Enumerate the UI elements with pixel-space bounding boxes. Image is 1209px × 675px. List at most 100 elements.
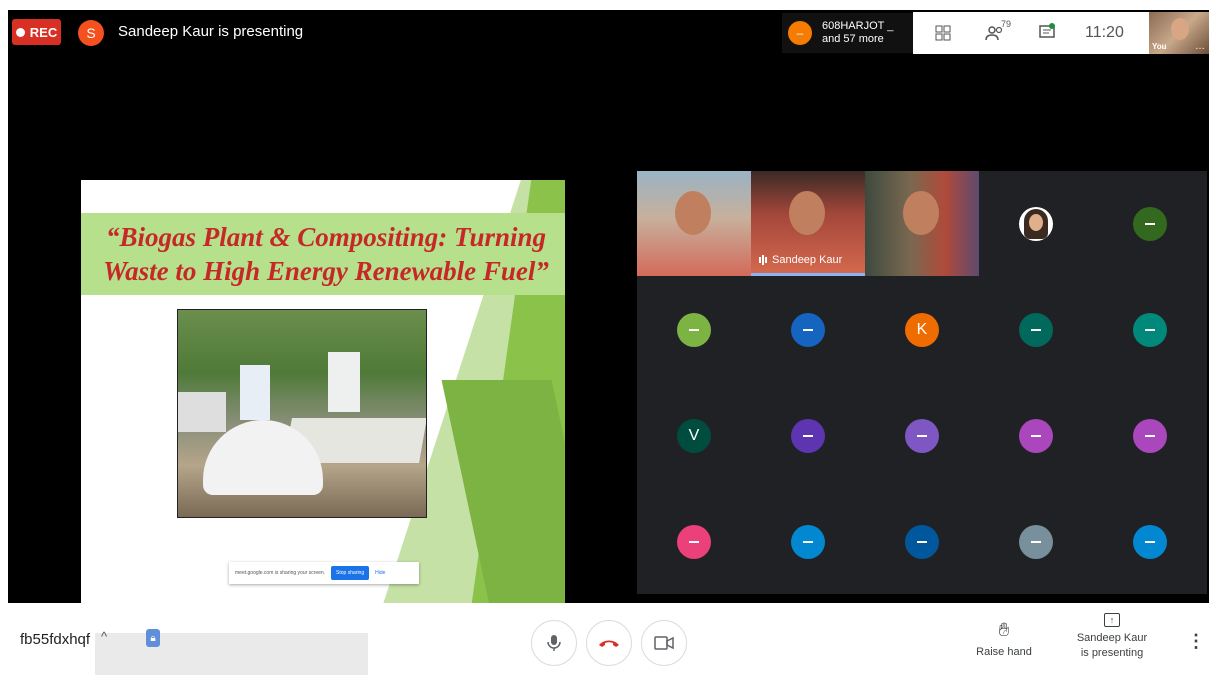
screen-share-bar: meet.google.com is sharing your screen. … [229, 562, 419, 584]
avatar-dash-icon [689, 328, 699, 331]
presenting-button[interactable]: ↑ Sandeep Kaur is presenting [1072, 613, 1152, 661]
avatar-dash-icon [1145, 222, 1155, 225]
participant-tile[interactable]: K [865, 277, 979, 382]
camera-button[interactable] [641, 620, 687, 666]
hide-share-bar-button[interactable]: Hide [375, 570, 385, 576]
avatar-dash-icon [803, 434, 813, 437]
participant-avatar [1019, 418, 1053, 453]
mic-button[interactable] [531, 620, 577, 666]
participant-tile[interactable]: V [637, 383, 751, 488]
participant-tile[interactable] [865, 489, 979, 594]
chevron-up-icon[interactable]: ^ [101, 629, 107, 644]
chat-icon[interactable] [1027, 12, 1067, 54]
participant-tile[interactable] [1093, 383, 1207, 488]
people-count: 79 [1000, 19, 1011, 29]
bottom-toolbar: fb55fdxhqf ^ 🔒︎ ✋︎ Raise hand ↑ Sandeep … [0, 603, 1209, 675]
participant-avatar [791, 524, 825, 559]
avatar-dash-icon [1031, 434, 1041, 437]
audio-level-icon [759, 255, 767, 265]
avatar-dash-icon [917, 540, 927, 543]
participant-tile[interactable] [1093, 277, 1207, 382]
participant-face [903, 191, 939, 235]
participant-tile[interactable] [751, 277, 865, 382]
participant-tile[interactable] [979, 383, 1093, 488]
layout-icon[interactable] [923, 12, 963, 54]
rec-label: REC [29, 24, 58, 40]
participant-tile[interactable] [637, 171, 751, 276]
participant-avatar [1133, 312, 1167, 347]
share-bar-text: meet.google.com is sharing your screen. [235, 570, 326, 576]
hand-icon: ✋︎ [998, 620, 1010, 641]
clock: 11:20 [1085, 24, 1124, 41]
present-icon: ↑ [1104, 613, 1120, 627]
participants-chip[interactable]: – 608HARJOT _ and 57 more [782, 13, 913, 53]
participant-grid: Sandeep Kaur K V [637, 171, 1207, 594]
recording-badge: REC [12, 19, 61, 45]
participant-avatar [1019, 312, 1053, 347]
participant-face [789, 191, 825, 235]
meeting-code[interactable]: fb55fdxhqf [20, 631, 90, 648]
people-icon[interactable]: 79 [975, 12, 1015, 54]
self-label: You [1152, 42, 1167, 51]
avatar-dash-icon [803, 328, 813, 331]
participant-tile[interactable] [637, 489, 751, 594]
presenting-line2: is presenting [1080, 647, 1144, 659]
lock-icon: 🔒︎ [146, 629, 160, 647]
more-vert-icon[interactable]: ⋮ [1187, 631, 1205, 652]
participant-tile[interactable] [637, 277, 751, 382]
avatar-dash-icon [1031, 328, 1041, 331]
chip-name: 608HARJOT _ [822, 20, 894, 32]
slide-title-line: “Biogas Plant & Compositing: Turning [105, 222, 547, 252]
participant-tile[interactable] [979, 171, 1093, 276]
participant-tile[interactable] [865, 383, 979, 488]
participant-tile[interactable] [1093, 171, 1207, 276]
slide-title-line: Waste to High Energy Renewable Fuel” [103, 256, 549, 286]
participant-avatar [1133, 418, 1167, 453]
chip-more: and 57 more [822, 33, 884, 45]
self-more-icon[interactable]: … [1195, 41, 1205, 52]
leave-call-button[interactable] [586, 620, 632, 666]
participant-avatar [1019, 524, 1053, 559]
top-right-controls: 79 11:20 [913, 12, 1149, 54]
speaker-name: Sandeep Kaur [772, 254, 843, 266]
participant-avatar [905, 418, 939, 453]
slide-title: “Biogas Plant & Compositing: Turning Was… [91, 220, 561, 288]
avatar-dash-icon [917, 434, 927, 437]
presenter-avatar: S [78, 20, 104, 46]
participant-avatar: K [905, 312, 939, 347]
participant-avatar [677, 524, 711, 559]
participant-avatar [677, 312, 711, 347]
participant-face [675, 191, 711, 235]
participant-tile[interactable] [1093, 489, 1207, 594]
avatar-dash-icon [1145, 434, 1155, 437]
participant-photo-avatar [1019, 206, 1053, 241]
participant-avatar [905, 524, 939, 559]
record-dot-icon [15, 27, 25, 37]
participant-avatar: – [788, 21, 812, 45]
participant-tile[interactable]: Sandeep Kaur [751, 171, 865, 276]
avatar-dash-icon [1145, 540, 1155, 543]
participant-avatar [1133, 524, 1167, 559]
participant-avatar [1133, 206, 1167, 241]
participant-tile[interactable] [979, 489, 1093, 594]
avatar-dash-icon [689, 540, 699, 543]
presenting-line1: Sandeep Kaur [1076, 632, 1148, 644]
presenter-status: Sandeep Kaur is presenting [118, 23, 304, 40]
self-view[interactable]: You … [1149, 12, 1209, 54]
self-face [1171, 18, 1189, 40]
hangup-icon [599, 640, 619, 647]
speaker-label: Sandeep Kaur [759, 254, 842, 266]
shared-slide: “Biogas Plant & Compositing: Turning Was… [81, 180, 565, 603]
participant-avatar [791, 312, 825, 347]
raise-hand-button[interactable]: ✋︎ Raise hand [972, 620, 1036, 658]
taskbar-overlay [95, 633, 368, 675]
participant-tile[interactable] [865, 171, 979, 276]
camera-icon [654, 636, 674, 650]
avatar-dash-icon [1145, 328, 1155, 331]
participant-tile[interactable] [751, 489, 865, 594]
participant-tile[interactable] [751, 383, 865, 488]
avatar-dash-icon [1031, 540, 1041, 543]
participant-tile[interactable] [979, 277, 1093, 382]
stop-sharing-button[interactable]: Stop sharing [331, 566, 370, 580]
avatar-dash-icon [803, 540, 813, 543]
